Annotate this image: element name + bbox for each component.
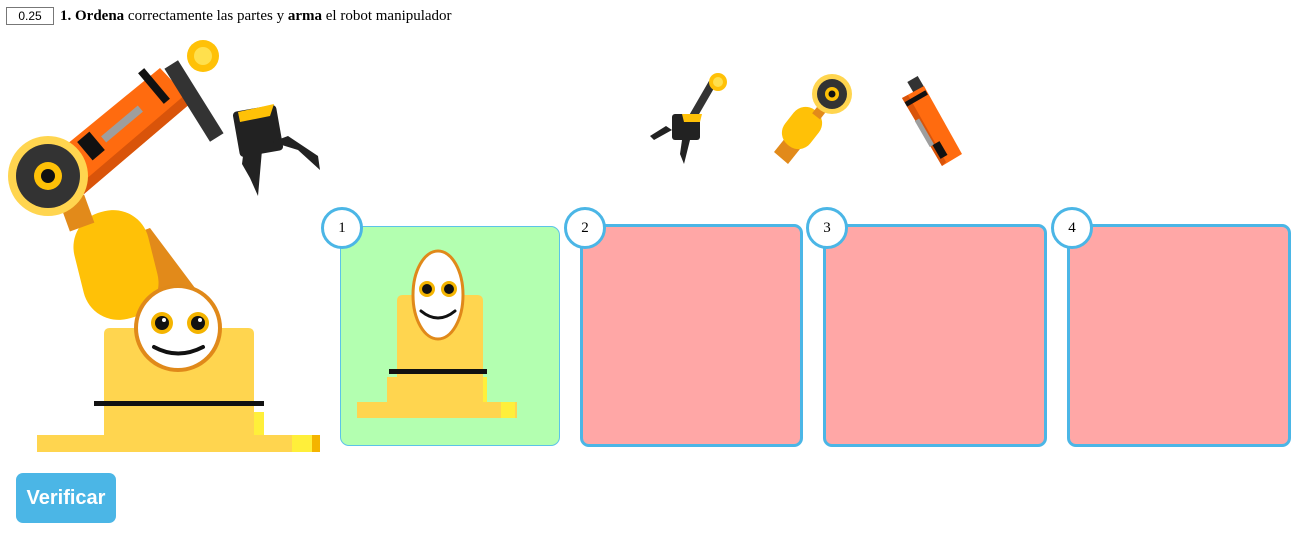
forearm-piece[interactable]: [890, 74, 966, 168]
score-value: 0.25: [18, 9, 42, 23]
elbow-joint-piece[interactable]: [768, 72, 858, 166]
slot-number-4: 4: [1051, 207, 1093, 249]
reference-robot-image: [0, 38, 330, 458]
forearm-piece-icon: [902, 75, 962, 166]
question-text-part-1: correctamente las partes y: [124, 7, 288, 24]
base-piece-icon: [357, 249, 517, 418]
question-text: 1. Ordena correctamente las partes y arm…: [60, 8, 452, 25]
slot-number-3: 3: [806, 207, 848, 249]
slot-number-1: 1: [321, 207, 363, 249]
verify-button[interactable]: Verificar: [16, 473, 116, 523]
elbow-joint-piece-icon: [774, 74, 852, 164]
gripper-piece-icon: [650, 73, 727, 164]
drop-slot-2[interactable]: [580, 224, 803, 447]
slot-number-4-label: 4: [1068, 219, 1076, 236]
slot-number-2: 2: [564, 207, 606, 249]
question-bold-arma: arma: [287, 7, 322, 24]
score-box: 0.25: [6, 7, 54, 25]
gripper-piece[interactable]: [646, 70, 732, 166]
drop-slot-3[interactable]: [823, 224, 1047, 447]
drop-slot-1[interactable]: [340, 226, 560, 446]
question-number: 1.: [60, 7, 72, 24]
drop-slot-4[interactable]: [1067, 224, 1291, 447]
slot-number-2-label: 2: [581, 219, 589, 236]
robot-arm-icon: [8, 40, 320, 452]
question-bold-ordena: Ordena: [75, 7, 125, 24]
slot-number-1-label: 1: [338, 219, 346, 236]
slot-number-3-label: 3: [823, 219, 831, 236]
question-text-part-2: el robot manipulador: [322, 7, 452, 24]
question-header: 0.25 1. Ordena correctamente las partes …: [6, 7, 452, 25]
